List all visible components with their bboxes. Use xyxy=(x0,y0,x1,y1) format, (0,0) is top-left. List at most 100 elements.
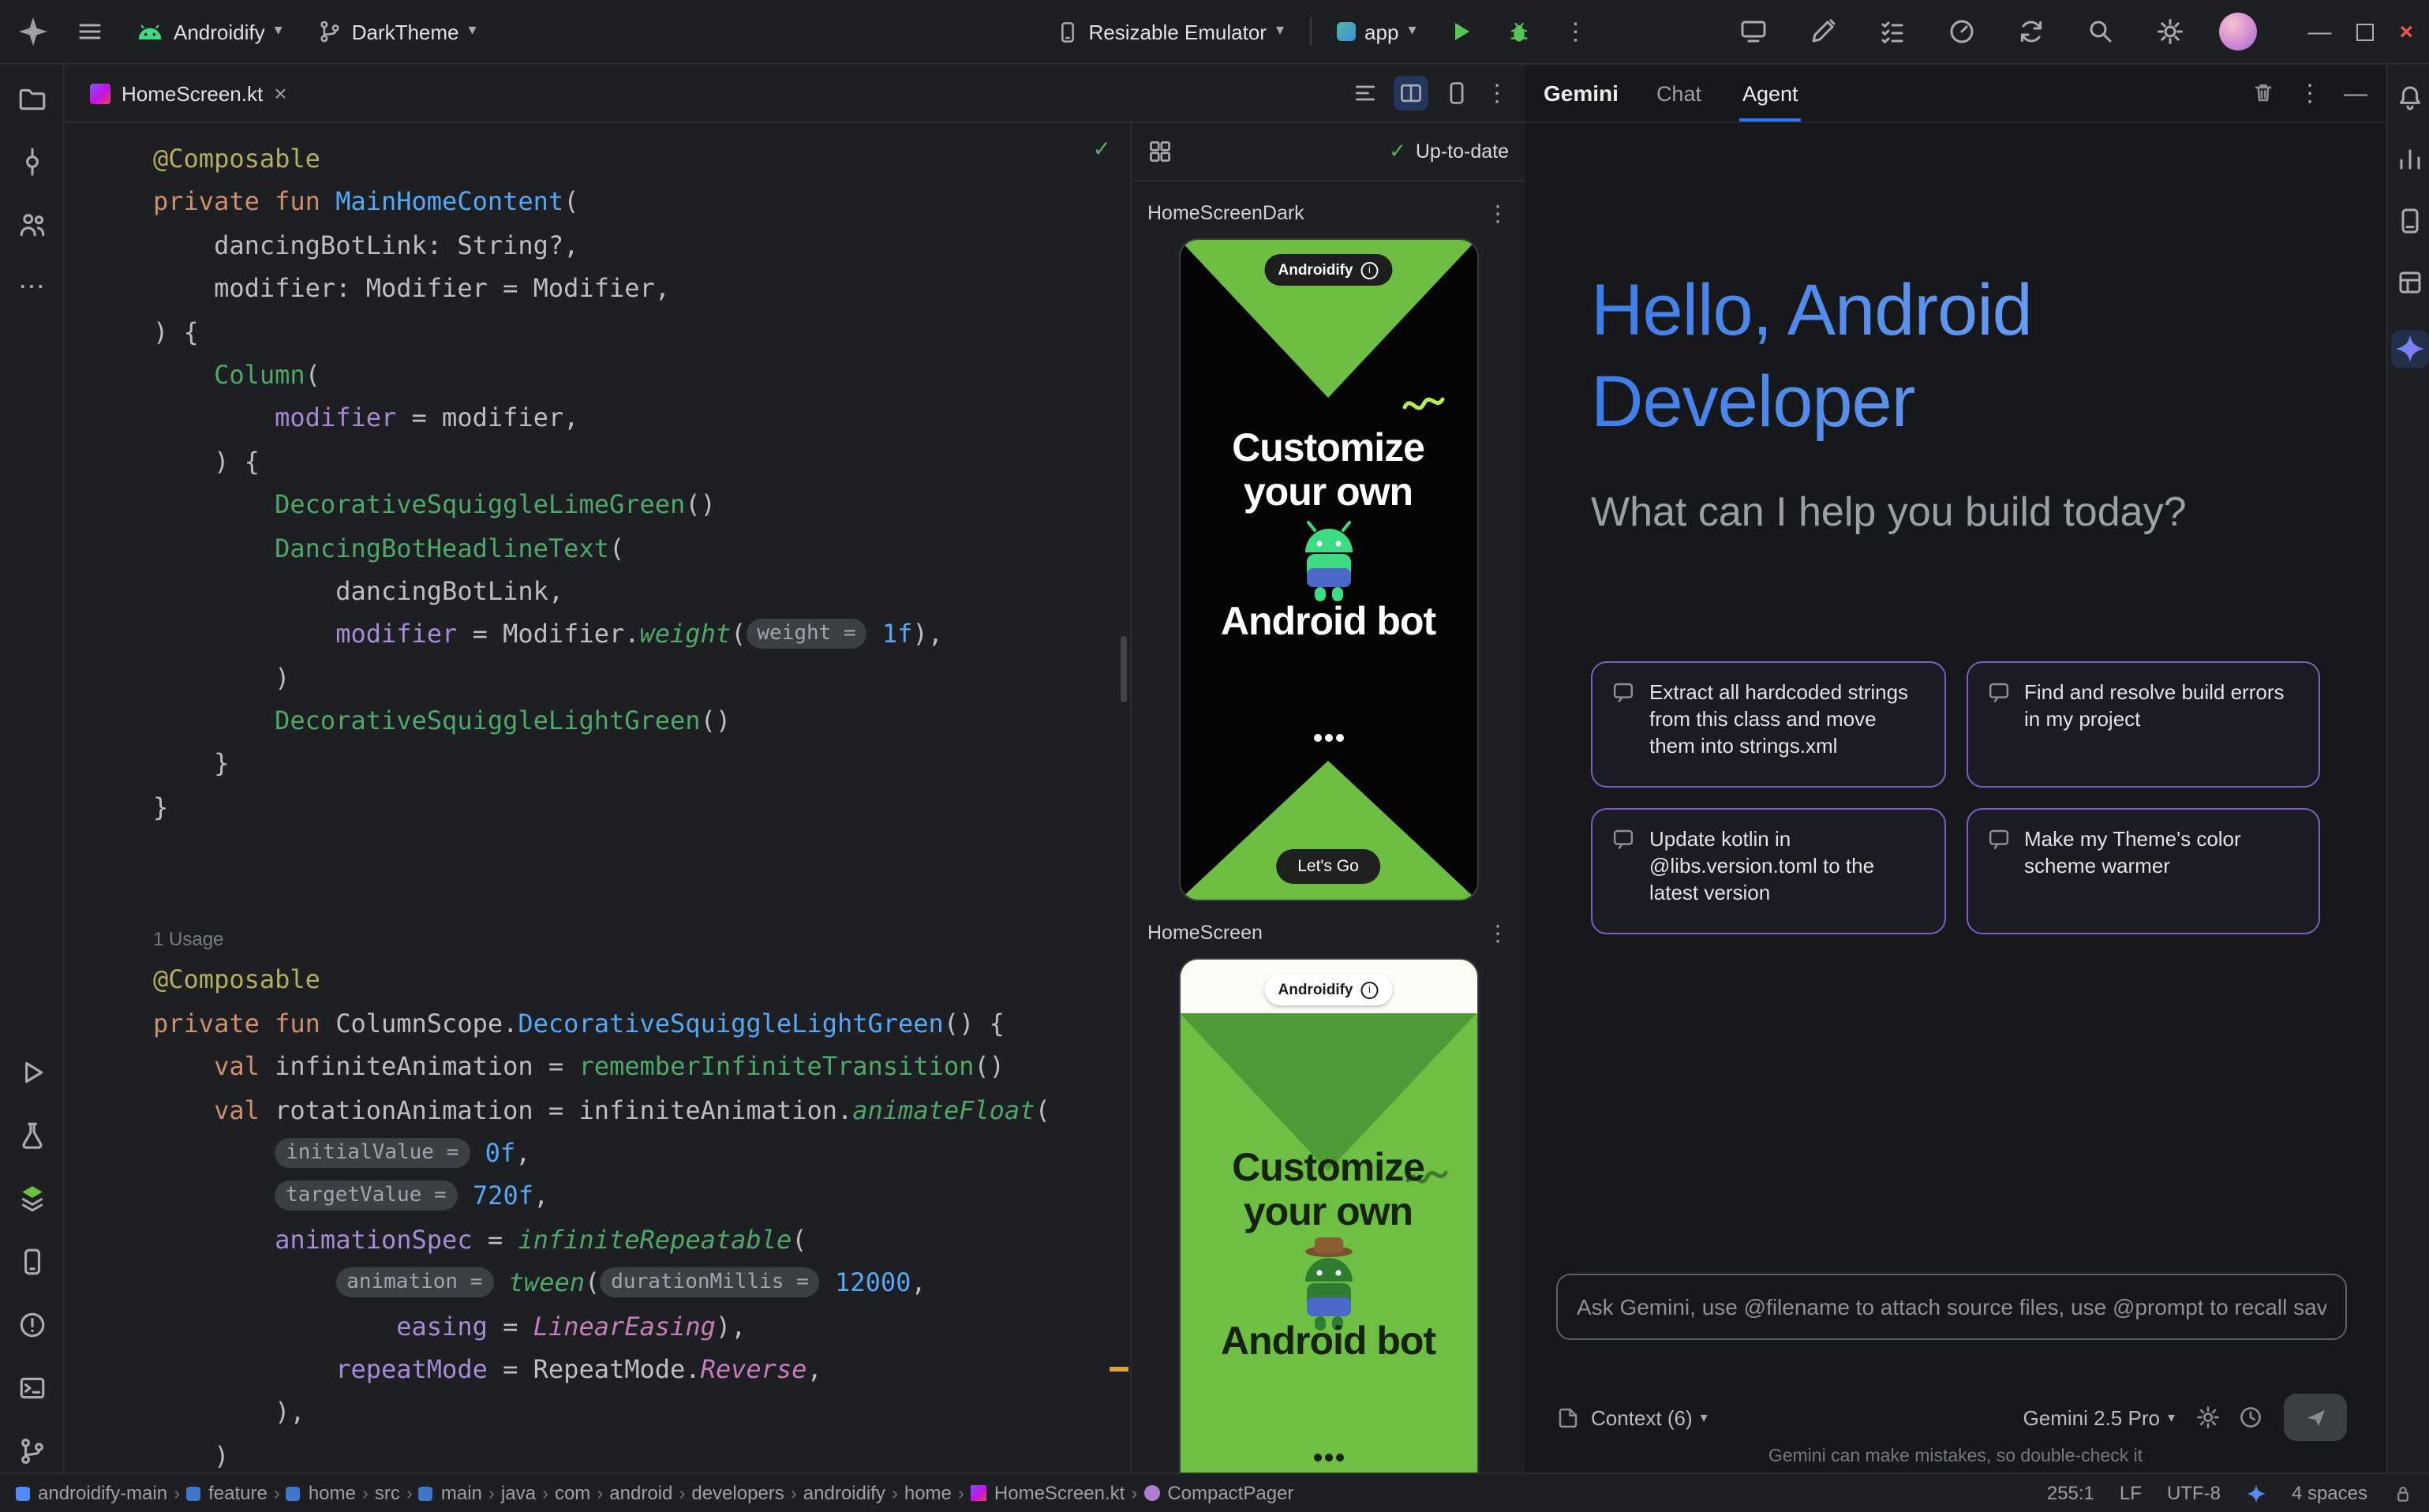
debug-bug-icon xyxy=(1506,18,1533,45)
editor-scrollbar[interactable] xyxy=(1121,636,1127,702)
build-variants-tool-button[interactable] xyxy=(17,1184,47,1214)
code-line: } xyxy=(153,786,1130,829)
cursor-position[interactable]: 255:1 xyxy=(2047,1482,2094,1504)
device-streaming-button[interactable] xyxy=(1734,11,1775,52)
close-button[interactable]: × xyxy=(2400,18,2414,45)
gemini-input[interactable] xyxy=(1556,1274,2347,1340)
project-tool-button[interactable] xyxy=(17,84,47,114)
delete-conversation-button[interactable] xyxy=(2251,80,2276,106)
prompt-card[interactable]: Make my Theme's color scheme warmer xyxy=(1966,808,2320,934)
close-tab-icon[interactable]: × xyxy=(274,80,286,106)
project-selector[interactable]: Androidify ▾ xyxy=(126,15,292,48)
editor-options-button[interactable]: ⋮ xyxy=(1485,81,1509,105)
maximize-button[interactable] xyxy=(2357,23,2375,40)
branch-selector[interactable]: DarkTheme ▾ xyxy=(308,14,486,49)
breadcrumb-item[interactable]: HomeScreen.kt xyxy=(971,1482,1125,1504)
test-tool-button[interactable] xyxy=(17,1121,47,1151)
preview-scroll-area[interactable]: HomeScreenDark ⋮ Androidify i Customize xyxy=(1132,182,1525,1473)
run-tool-button[interactable] xyxy=(17,1057,47,1087)
commit-tool-button[interactable] xyxy=(17,147,47,177)
context-dropdown[interactable]: Context (6) ▾ xyxy=(1591,1405,1708,1429)
breadcrumb-item[interactable]: android xyxy=(609,1482,672,1504)
device-name: Resizable Emulator xyxy=(1089,20,1267,43)
sync-project-button[interactable] xyxy=(2012,11,2053,52)
right-tool-strip xyxy=(2386,65,2429,1473)
preview-more-icon[interactable]: ⋮ xyxy=(1487,202,1509,224)
inspection-ok-icon[interactable]: ✓ xyxy=(1093,136,1111,163)
code-suggestion-button[interactable] xyxy=(1803,11,1844,52)
code-editor[interactable]: @Composableprivate fun MainHomeContent( … xyxy=(65,123,1130,1473)
layout-inspector-tool-button[interactable] xyxy=(2396,268,2424,297)
problems-tool-button[interactable] xyxy=(17,1310,47,1340)
preview-more-icon[interactable]: ⋮ xyxy=(1487,922,1509,944)
breadcrumb-item[interactable]: java xyxy=(501,1482,536,1504)
history-button[interactable] xyxy=(2238,1405,2263,1430)
model-selector[interactable]: Gemini 2.5 Pro ▾ xyxy=(2023,1405,2175,1429)
split-view-button[interactable] xyxy=(1394,76,1428,110)
readonly-lock-icon[interactable] xyxy=(2393,1483,2413,1503)
status-bar: androidify-main›feature›home›src›main›ja… xyxy=(0,1473,2429,1512)
gemini-more-button[interactable]: ⋮ xyxy=(2298,81,2322,105)
editor-tab[interactable]: HomeScreen.kt × xyxy=(74,65,303,122)
debug-button[interactable] xyxy=(1499,11,1540,52)
breadcrumb-item[interactable]: androidify-main xyxy=(16,1482,167,1504)
gemini-settings-button[interactable] xyxy=(2195,1405,2221,1430)
pull-requests-tool-button[interactable] xyxy=(17,210,47,240)
breadcrumb-item[interactable]: CompactPager xyxy=(1143,1482,1293,1504)
add-context-icon[interactable] xyxy=(1556,1405,1580,1429)
run-config-selector[interactable]: app ▾ xyxy=(1327,15,1425,48)
profiler-tool-button[interactable] xyxy=(2396,145,2424,174)
terminal-tool-button[interactable] xyxy=(17,1373,47,1403)
phone-preview-dark[interactable]: Androidify i Customize your own Android … xyxy=(1178,238,1478,901)
hide-panel-button[interactable]: — xyxy=(2344,81,2367,105)
device-selector[interactable]: Resizable Emulator ▾ xyxy=(1046,15,1294,48)
phone-preview-light[interactable]: Androidify i Customize your own Android … xyxy=(1178,958,1478,1473)
more-tools-button[interactable]: ⋯ xyxy=(18,273,45,300)
gemini-tool-button[interactable] xyxy=(2391,330,2429,368)
line-separator[interactable]: LF xyxy=(2120,1482,2142,1504)
preview-layout-icon[interactable] xyxy=(1147,139,1173,164)
file-encoding[interactable]: UTF-8 xyxy=(2167,1482,2221,1504)
code-line: private fun ColumnScope.DecorativeSquigg… xyxy=(153,1002,1130,1046)
breadcrumb-item[interactable]: src xyxy=(375,1482,400,1504)
breadcrumb-item[interactable]: home xyxy=(904,1482,952,1504)
device-manager-tool-button[interactable] xyxy=(17,1247,47,1277)
device-explorer-tool-button[interactable] xyxy=(2396,207,2424,235)
version-control-tool-button[interactable] xyxy=(17,1436,47,1466)
ai-status-icon[interactable] xyxy=(2246,1483,2266,1503)
tab-chat[interactable]: Chat xyxy=(1653,65,1705,122)
app-name-pill: Androidify i xyxy=(1264,974,1393,1005)
settings-button[interactable] xyxy=(2150,11,2191,52)
breadcrumb-item[interactable]: com xyxy=(555,1482,590,1504)
prompt-cards: Extract all hardcoded strings from this … xyxy=(1591,661,2320,934)
minimize-button[interactable]: — xyxy=(2308,20,2332,43)
code-line: ), xyxy=(153,1391,1130,1435)
breadcrumb-item[interactable]: feature xyxy=(186,1482,268,1504)
chevron-down-icon: ▾ xyxy=(1408,24,1416,39)
more-run-actions-button[interactable]: ⋮ xyxy=(1555,11,1596,52)
profiler-button[interactable] xyxy=(1942,11,1983,52)
prompt-card[interactable]: Update kotlin in @libs.version.toml to t… xyxy=(1591,808,1945,934)
code-line: animationSpec = infiniteRepeatable( xyxy=(153,1218,1130,1262)
code-view-button[interactable] xyxy=(1353,80,1378,106)
main-toolbar: Androidify ▾ DarkTheme ▾ Resizable Emula… xyxy=(0,0,2429,65)
design-view-button[interactable] xyxy=(1444,80,1469,106)
main-menu-icon[interactable] xyxy=(69,11,110,52)
breadcrumb-separator: › xyxy=(170,1482,183,1504)
lets-go-button[interactable]: Let's Go xyxy=(1275,849,1381,884)
search-everywhere-button[interactable] xyxy=(2081,11,2122,52)
indent-config[interactable]: 4 spaces xyxy=(2292,1482,2367,1504)
notifications-button[interactable] xyxy=(2396,84,2424,112)
todo-list-button[interactable] xyxy=(1873,11,1914,52)
user-avatar[interactable] xyxy=(2220,13,2258,51)
prompt-card[interactable]: Extract all hardcoded strings from this … xyxy=(1591,661,1945,788)
breadcrumb-item[interactable]: home xyxy=(286,1482,356,1504)
breadcrumb-item[interactable]: developers xyxy=(691,1482,784,1504)
prompt-card[interactable]: Find and resolve build errors in my proj… xyxy=(1966,661,2320,788)
tab-agent[interactable]: Agent xyxy=(1739,65,1802,122)
run-button[interactable] xyxy=(1442,11,1483,52)
send-button[interactable] xyxy=(2284,1394,2347,1441)
breadcrumb-item[interactable]: androidify xyxy=(803,1482,885,1504)
prompt-card-text: Make my Theme's color scheme warmer xyxy=(2024,825,2300,879)
breadcrumb-item[interactable]: main xyxy=(419,1482,482,1504)
